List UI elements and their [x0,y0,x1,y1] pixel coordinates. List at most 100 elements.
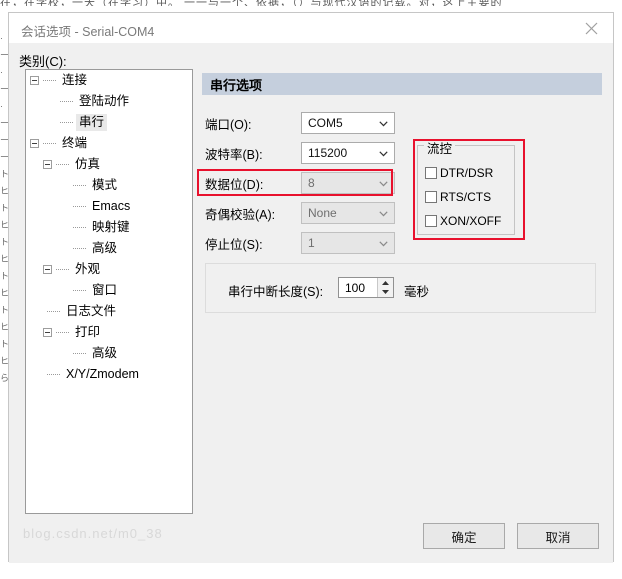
dropdown-value: None [308,206,337,220]
form-row-0: 端口(O): [202,111,252,135]
chevron-down-icon[interactable] [379,211,388,219]
field-label: 端口(O): [205,117,252,132]
dialog-body: 类别(C): 连接 登陆动作 串行 终端 仿真 模式 Emacs 映射键 高级 外观 窗口 日志文件打… [9,43,613,563]
tree-connector [43,79,56,82]
tree-item-label: 模式 [92,178,118,192]
collapse-icon[interactable] [30,76,39,85]
ok-button[interactable]: 确定 [423,523,505,549]
tree-connector [73,226,86,229]
checkbox-icon[interactable] [425,191,437,203]
stepper-down-icon[interactable] [378,288,393,298]
dropdown-value: 115200 [308,146,348,160]
cancel-button[interactable]: 取消 [517,523,599,549]
form-row-1: 波特率(B): [202,141,263,165]
flow-option-1[interactable]: RTS/CTS [425,190,491,204]
break-length-unit: 毫秒 [404,285,430,299]
dropdown-value: 1 [308,236,315,250]
break-length-label: 串行中断长度(S): [228,285,324,299]
tree-item-label: 仿真 [75,157,101,171]
tree-item-5[interactable]: 模式 [26,175,192,196]
panel-header: 串行选项 [202,73,602,95]
chevron-down-icon[interactable] [379,181,388,189]
form-row-4: 停止位(S): [202,231,263,255]
flow-option-label: XON/XOFF [440,214,502,228]
dropdown-3[interactable]: None [301,202,395,224]
category-label: 类别(C): [19,54,67,69]
field-label: 停止位(S): [205,237,263,252]
tree-connector [60,100,73,103]
flow-control-group: 流控 DTR/DSR RTS/CTS XON/XOFF [417,138,515,235]
chevron-down-icon[interactable] [379,151,388,159]
flow-control-legend: 流控 [424,138,456,157]
tree-item-2[interactable]: 串行 [26,112,192,133]
tree-item-label: 串行 [76,114,108,131]
dialog-title: 会话选项 - Serial-COM4 [21,25,155,39]
tree-item-label: 连接 [62,73,88,87]
dropdown-4[interactable]: 1 [301,232,395,254]
tree-item-1[interactable]: 登陆动作 [26,91,192,112]
tree-connector [43,142,56,145]
flow-option-label: RTS/CTS [440,190,492,204]
tree-item-13[interactable]: 高级 [26,343,192,364]
tree-item-0[interactable]: 连接 [26,70,192,91]
tree-item-12[interactable]: 打印 [26,322,192,343]
tree-item-label: 外观 [75,262,101,276]
tree-item-6[interactable]: Emacs [26,196,192,217]
tree-item-label: 终端 [62,136,88,150]
chevron-down-icon[interactable] [379,241,388,249]
dropdown-1[interactable]: 115200 [301,142,395,164]
category-tree[interactable]: 连接 登陆动作 串行 终端 仿真 模式 Emacs 映射键 高级 外观 窗口 日志文件 打印 高级 X/Y/… [25,69,193,514]
collapse-icon[interactable] [43,328,52,337]
collapse-icon[interactable] [43,160,52,169]
tree-connector [73,247,86,250]
tree-connector [56,331,69,334]
collapse-icon[interactable] [30,139,39,148]
stepper-buttons[interactable] [377,278,393,297]
tree-connector [73,352,86,355]
tree-item-label: 窗口 [92,283,118,297]
flow-option-label: DTR/DSR [440,166,494,180]
panel-header-title: 串行选项 [210,77,263,93]
tree-item-label: X/Y/Zmodem [66,367,139,381]
flow-option-2[interactable]: XON/XOFF [425,214,501,228]
break-length-group: 串行中断长度(S): 100 毫秒 [205,263,596,313]
tree-connector [73,184,86,187]
form-row-3: 奇偶校验(A): [202,201,275,225]
field-label: 数据位(D): [205,177,264,192]
tree-item-7[interactable]: 映射键 [26,217,192,238]
dropdown-value: 8 [308,176,315,190]
tree-connector [56,163,69,166]
dropdown-0[interactable]: COM5 [301,112,395,134]
checkbox-icon[interactable] [425,215,437,227]
serial-options-panel: 串行选项 端口(O): COM5 波特率(B): 115200 数据位(D): 8 奇偶校验… [202,73,602,513]
tree-connector [56,268,69,271]
watermark-text: blog.csdn.net/m0_38 [23,526,163,541]
field-label: 波特率(B): [205,147,263,162]
chevron-down-icon[interactable] [379,121,388,129]
stepper-up-icon[interactable] [378,278,393,288]
tree-item-3[interactable]: 终端 [26,133,192,154]
collapse-icon[interactable] [43,265,52,274]
tree-item-label: 高级 [92,346,118,360]
tree-item-label: 映射键 [92,220,130,234]
tree-item-9[interactable]: 外观 [26,259,192,280]
break-length-stepper[interactable]: 100 [338,277,394,298]
dialog-titlebar: 会话选项 - Serial-COM4 [9,13,613,43]
form-row-2: 数据位(D): [202,171,263,195]
tree-item-10[interactable]: 窗口 [26,280,192,301]
flow-option-0[interactable]: DTR/DSR [425,166,493,180]
tree-item-label: 日志文件 [66,304,117,318]
dropdown-2[interactable]: 8 [301,172,395,194]
tree-item-label: 高级 [92,241,118,255]
tree-item-label: 打印 [75,325,101,339]
field-label: 奇偶校验(A): [205,207,276,222]
tree-item-4[interactable]: 仿真 [26,154,192,175]
tree-connector [73,205,86,208]
session-options-dialog: 会话选项 - Serial-COM4 类别(C): 连接登陆动作串行终端仿真模式… [8,12,614,563]
tree-item-11[interactable]: 日志文件 [26,301,192,322]
tree-item-8[interactable]: 高级 [26,238,192,259]
tree-connector [47,373,60,376]
tree-item-14[interactable]: X/Y/Zmodem [26,364,192,385]
checkbox-icon[interactable] [425,167,437,179]
close-icon[interactable] [569,13,613,43]
